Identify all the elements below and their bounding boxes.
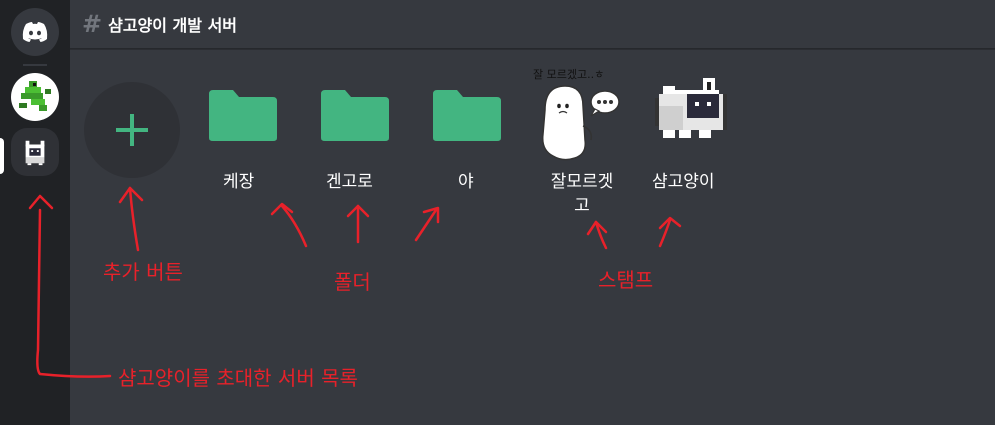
server-icon-siamese-cat[interactable] <box>11 128 59 176</box>
rail-separator <box>23 64 47 66</box>
folder-label: 야 <box>458 172 474 192</box>
server-icon-green-creature[interactable] <box>11 73 59 121</box>
ghost-sticker-icon <box>541 85 620 161</box>
discord-logo-icon <box>22 22 48 42</box>
channel-header: # 샴고양이 개발 서버 <box>70 0 995 49</box>
sticker-tile[interactable] <box>655 74 727 146</box>
annotation-stickers: 스탬프 <box>598 268 654 292</box>
folder-tile[interactable] <box>319 88 391 142</box>
folder-icon <box>321 90 389 141</box>
sticker-label: 잘모르겟 고 <box>530 170 634 218</box>
folder-label: 케장 <box>223 172 255 192</box>
channel-name: 샴고양이 개발 서버 <box>108 16 238 35</box>
sticker-label: 샴고양이 <box>652 172 715 192</box>
folder-tile[interactable] <box>431 88 503 142</box>
sticker-label-line: 고 <box>574 196 590 216</box>
sticker-tile[interactable] <box>535 80 627 162</box>
folder-icon <box>209 90 277 141</box>
folder-icon <box>433 90 501 141</box>
plus-icon <box>116 114 148 146</box>
green-pixel-creature-icon <box>19 81 51 111</box>
add-button[interactable] <box>84 82 180 178</box>
active-server-indicator <box>0 138 4 174</box>
annotation-folders: 폴더 <box>334 270 371 294</box>
sticker-label-line: 잘모르겟 <box>550 172 614 192</box>
home-button[interactable] <box>11 8 59 56</box>
folder-tile[interactable] <box>207 88 279 142</box>
hash-icon: # <box>82 10 103 38</box>
annotation-add-button: 추가 버튼 <box>103 260 183 284</box>
server-rail <box>0 0 70 425</box>
annotation-server-list: 샴고양이를 초대한 서버 목록 <box>118 366 358 390</box>
folder-label: 겐고로 <box>326 172 373 192</box>
pixel-siamese-cat-icon <box>25 140 45 166</box>
pixel-siamese-cat-icon <box>655 78 727 138</box>
